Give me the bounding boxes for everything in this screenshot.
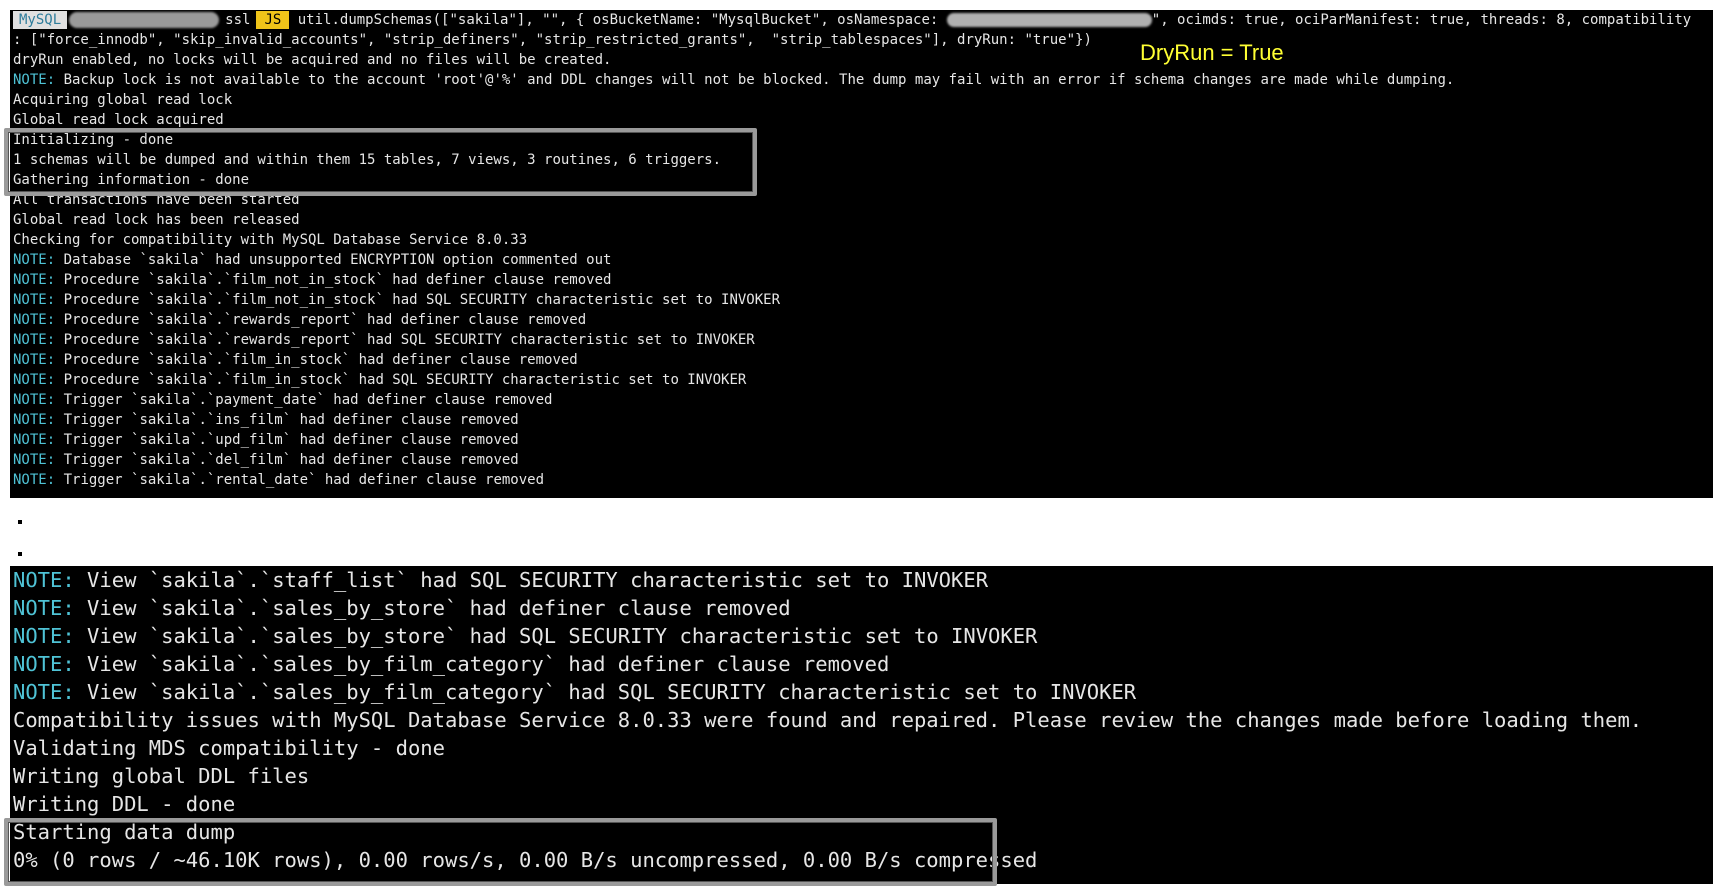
output-line: NOTE: Procedure `sakila`.`film_in_stock`… — [13, 370, 746, 390]
output-text: Starting data dump — [13, 820, 236, 844]
output-line: dryRun enabled, no locks will be acquire… — [13, 50, 611, 70]
output-line: NOTE: View `sakila`.`sales_by_store` had… — [13, 594, 791, 622]
note-prefix: NOTE: — [13, 568, 75, 592]
output-line: NOTE: Database `sakila` had unsupported … — [13, 250, 611, 270]
prompt-mysql-badge: MySQL — [13, 11, 68, 29]
output-text: Acquiring global read lock — [13, 92, 233, 108]
output-text: View `sakila`.`sales_by_film_category` h… — [74, 680, 1137, 704]
output-text: View `sakila`.`sales_by_store` had defin… — [74, 596, 791, 620]
output-line: Checking for compatibility with MySQL Da… — [13, 230, 527, 250]
output-line: All transactions have been started — [13, 190, 300, 210]
output-text: Procedure `sakila`.`rewards_report` had … — [55, 312, 587, 328]
output-text: Trigger `sakila`.`payment_date` had defi… — [55, 392, 553, 408]
output-text: Checking for compatibility with MySQL Da… — [13, 232, 528, 248]
output-line: NOTE: Trigger `sakila`.`rental_date` had… — [13, 470, 544, 490]
output-text: Compatibility issues with MySQL Database… — [13, 708, 1643, 732]
output-text: 0% (0 rows / ~46.10K rows), 0.00 rows/s,… — [13, 848, 1038, 872]
output-line: Global read lock acquired — [13, 110, 224, 130]
note-prefix: NOTE: — [13, 432, 56, 448]
note-prefix: NOTE: — [13, 292, 56, 308]
output-text: 1 schemas will be dumped and within them… — [13, 152, 722, 168]
output-line: NOTE: Trigger `sakila`.`del_film` had de… — [13, 450, 519, 470]
output-line: Starting data dump — [13, 818, 235, 846]
output-text: Procedure `sakila`.`film_not_in_stock` h… — [55, 292, 781, 308]
redacted-host: x — [69, 12, 220, 28]
output-line: NOTE: Procedure `sakila`.`rewards_report… — [13, 310, 586, 330]
output-text: All transactions have been started — [13, 192, 300, 208]
note-prefix: NOTE: — [13, 252, 56, 268]
output-line: Gathering information - done — [13, 170, 249, 190]
output-line: Global read lock has been released — [13, 210, 300, 230]
output-line: Validating MDS compatibility - done — [13, 734, 445, 762]
output-line: NOTE: Procedure `sakila`.`film_not_in_st… — [13, 290, 780, 310]
dryrun-annotation: DryRun = True — [1140, 40, 1284, 65]
note-prefix: NOTE: — [13, 312, 56, 328]
output-text: Gathering information - done — [13, 172, 250, 188]
note-prefix: NOTE: — [13, 412, 56, 428]
output-line: NOTE: Trigger `sakila`.`payment_date` ha… — [13, 390, 552, 410]
output-text: Procedure `sakila`.`rewards_report` had … — [55, 332, 755, 348]
note-prefix: NOTE: — [13, 652, 75, 676]
output-line: NOTE: Procedure `sakila`.`film_not_in_st… — [13, 270, 611, 290]
note-prefix: NOTE: — [13, 392, 56, 408]
output-line: Compatibility issues with MySQL Database… — [13, 706, 1642, 734]
output-line: NOTE: View `sakila`.`sales_by_store` had… — [13, 622, 1037, 650]
output-line: Writing DDL - done — [13, 790, 235, 818]
output-line: NOTE: Trigger `sakila`.`ins_film` had de… — [13, 410, 519, 430]
output-text: Procedure `sakila`.`film_in_stock` had S… — [55, 372, 747, 388]
prompt-ssl-label: ssl — [225, 12, 251, 28]
note-prefix: NOTE: — [13, 624, 75, 648]
output-line: 1 schemas will be dumped and within them… — [13, 150, 721, 170]
output-text: Global read lock has been released — [13, 212, 300, 228]
redacted-namespace — [946, 13, 1152, 27]
output-text: Backup lock is not available to the acco… — [55, 72, 1455, 88]
note-prefix: NOTE: — [13, 332, 56, 348]
output-line: Writing global DDL files — [13, 762, 309, 790]
output-text: Validating MDS compatibility - done — [13, 736, 445, 760]
output-text: Procedure `sakila`.`film_in_stock` had d… — [55, 352, 578, 368]
note-prefix: NOTE: — [13, 596, 75, 620]
output-text: View `sakila`.`sales_by_film_category` h… — [74, 652, 890, 676]
output-text: Trigger `sakila`.`rental_date` had defin… — [55, 472, 545, 488]
output-line: NOTE: View `sakila`.`staff_list` had SQL… — [13, 566, 988, 594]
ellipsis-dot — [18, 520, 22, 524]
note-prefix: NOTE: — [13, 372, 56, 388]
output-text: dryRun enabled, no locks will be acquire… — [13, 52, 612, 68]
output-text: Trigger `sakila`.`upd_film` had definer … — [55, 432, 519, 448]
output-line: NOTE: Procedure `sakila`.`rewards_report… — [13, 330, 755, 350]
terminal-bottom[interactable]: NOTE: View `sakila`.`staff_list` had SQL… — [10, 566, 1713, 884]
command-text-part2: ", ocimds: true, ociParManifest: true, t… — [1151, 12, 1692, 28]
command-line-1: MySQL x ssl JS util.dumpSchemas(["sakila"],… — [13, 10, 1691, 30]
output-text: Trigger `sakila`.`ins_film` had definer … — [55, 412, 519, 428]
output-line: 0% (0 rows / ~46.10K rows), 0.00 rows/s,… — [13, 846, 1037, 874]
output-line: Acquiring global read lock — [13, 90, 232, 110]
terminal-top[interactable]: MySQL x ssl JS util.dumpSchemas(["sakila"],… — [10, 10, 1713, 498]
output-text: View `sakila`.`sales_by_store` had SQL S… — [74, 624, 1038, 648]
output-line: NOTE: Procedure `sakila`.`film_in_stock`… — [13, 350, 578, 370]
ellipsis-dot — [18, 552, 22, 556]
output-text: Database `sakila` had unsupported ENCRYP… — [55, 252, 612, 268]
note-prefix: NOTE: — [13, 452, 56, 468]
output-line: Initializing - done — [13, 130, 173, 150]
output-text: View `sakila`.`staff_list` had SQL SECUR… — [74, 568, 989, 592]
note-prefix: NOTE: — [13, 472, 56, 488]
output-text: Writing global DDL files — [13, 764, 310, 788]
note-prefix: NOTE: — [13, 72, 56, 88]
output-text: Procedure `sakila`.`film_not_in_stock` h… — [55, 272, 612, 288]
output-text: Writing DDL - done — [13, 792, 236, 816]
output-line: NOTE: Backup lock is not available to th… — [13, 70, 1454, 90]
output-line: NOTE: View `sakila`.`sales_by_film_categ… — [13, 678, 1136, 706]
note-prefix: NOTE: — [13, 680, 75, 704]
output-line: NOTE: Trigger `sakila`.`upd_film` had de… — [13, 430, 519, 450]
output-text: Trigger `sakila`.`del_film` had definer … — [55, 452, 519, 468]
command-line-2: : ["force_innodb", "skip_invalid_account… — [13, 32, 1092, 48]
output-text: Initializing - done — [13, 132, 174, 148]
prompt-js-badge: JS — [256, 11, 290, 29]
note-prefix: NOTE: — [13, 352, 56, 368]
note-prefix: NOTE: — [13, 272, 56, 288]
output-line: NOTE: View `sakila`.`sales_by_film_categ… — [13, 650, 889, 678]
command-text-part1: util.dumpSchemas(["sakila"], "", { osBuc… — [289, 12, 947, 28]
output-text: Global read lock acquired — [13, 112, 224, 128]
